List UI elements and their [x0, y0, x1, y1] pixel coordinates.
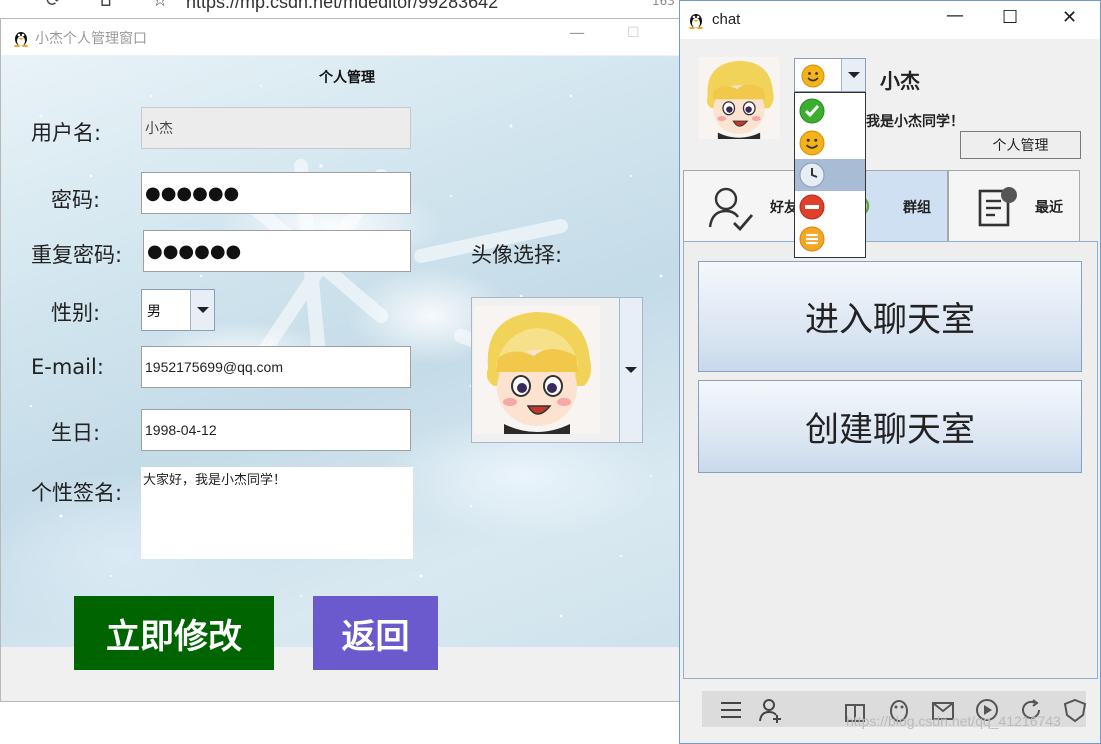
maximize-icon[interactable]: ☐ [627, 25, 640, 41]
avatar-image [474, 306, 600, 434]
browser-right-text: 163 [652, 0, 675, 8]
menu-status-icon [799, 226, 825, 252]
recent-icon [978, 187, 1017, 227]
user-avatar[interactable] [698, 57, 780, 139]
qq-penguin-icon [14, 32, 28, 47]
reload-icon[interactable]: ⟳ [46, 0, 61, 11]
status-option-happy[interactable] [795, 127, 865, 159]
clock-status-icon [799, 162, 825, 188]
gender-selected-value: 男 [147, 304, 161, 320]
personal-manage-button[interactable]: 个人管理 [960, 131, 1081, 159]
maximize-icon[interactable]: ☐ [1002, 7, 1018, 28]
friends-icon [708, 187, 754, 231]
gender-dropdown-button[interactable] [190, 290, 214, 330]
online-status-icon [799, 98, 825, 124]
birthday-label: 生日: [51, 421, 101, 445]
password-label: 密码: [51, 188, 101, 212]
status-dropdown-button[interactable] [841, 59, 865, 91]
profile-heading: 个人管理 [319, 70, 375, 86]
email-label: E-mail: [31, 355, 104, 379]
signature-textarea[interactable]: 大家好，我是小杰同学！ [141, 467, 413, 559]
qq-penguin-icon [689, 14, 703, 29]
chat-window: chat — ☐ ✕ 小杰 我是小杰同学！ 个人管理 好友 群组 最近 进入聊天… [679, 0, 1101, 744]
username-field[interactable]: 小杰 [141, 107, 411, 149]
password-field[interactable]: ●●●●●● [141, 172, 411, 214]
avatar-select[interactable] [471, 297, 643, 443]
minimize-icon[interactable]: — [946, 5, 964, 26]
email-field[interactable]: 1952175699@qq.com [141, 346, 411, 388]
status-select[interactable] [794, 58, 866, 92]
tab-groups-label: 群组 [903, 200, 931, 216]
avatar-dropdown-button[interactable] [619, 298, 642, 442]
user-name: 小杰 [880, 69, 920, 93]
status-option-away[interactable] [795, 159, 865, 191]
add-friend-icon[interactable] [758, 697, 784, 723]
tab-recent[interactable]: 最近 [948, 170, 1080, 242]
star-icon[interactable]: ☆ [152, 0, 168, 11]
user-signature: 我是小杰同学！ [866, 114, 964, 130]
profile-window-title: 小杰个人管理窗口 [35, 31, 147, 47]
busy-status-icon [799, 194, 825, 220]
browser-url[interactable]: https://mp.csdn.net/mdeditor/99283642 [186, 0, 498, 13]
minimize-icon[interactable]: — [569, 23, 585, 42]
chat-window-title: chat [712, 11, 741, 28]
modify-button[interactable]: 立即修改 [74, 596, 274, 670]
chevron-down-icon [847, 72, 860, 78]
gender-label: 性别: [51, 301, 101, 325]
create-chatroom-button[interactable]: 创建聊天室 [698, 380, 1082, 473]
smiley-status-icon [801, 64, 825, 88]
profile-window: 小杰个人管理窗口 — ☐ 个人管理 用户名: 密码: 重复密码: 性别: E-m… [0, 18, 680, 702]
shield-icon[interactable] [1062, 697, 1088, 723]
profile-titlebar: 小杰个人管理窗口 — ☐ [1, 19, 679, 55]
enter-chatroom-button[interactable]: 进入聊天室 [698, 261, 1082, 372]
signature-label: 个性签名: [31, 481, 123, 505]
avatar-label: 头像选择: [471, 243, 563, 267]
chat-titlebar: chat — ☐ ✕ [680, 1, 1100, 39]
chevron-down-icon [196, 307, 209, 313]
back-button[interactable]: 返回 [313, 596, 438, 670]
tab-recent-label: 最近 [1035, 200, 1063, 216]
gender-select[interactable]: 男 [141, 289, 215, 331]
status-option-online[interactable] [795, 95, 865, 127]
status-option-invisible[interactable] [795, 223, 865, 255]
username-label: 用户名: [31, 121, 102, 145]
menu-icon[interactable] [718, 697, 744, 723]
watermark-text: https://blog.csdn.net/qq_41216743 [846, 713, 1061, 729]
smiley-status-icon [799, 130, 825, 156]
repeat-password-label: 重复密码: [31, 243, 123, 267]
home-icon[interactable]: ⌂ [100, 0, 111, 11]
birthday-field[interactable]: 1998-04-12 [141, 409, 411, 451]
chevron-down-icon [625, 367, 637, 373]
status-option-busy[interactable] [795, 191, 865, 223]
close-icon[interactable]: ✕ [1062, 7, 1077, 28]
repeat-password-field[interactable]: ●●●●●● [143, 230, 411, 272]
status-dropdown-list [794, 92, 866, 258]
